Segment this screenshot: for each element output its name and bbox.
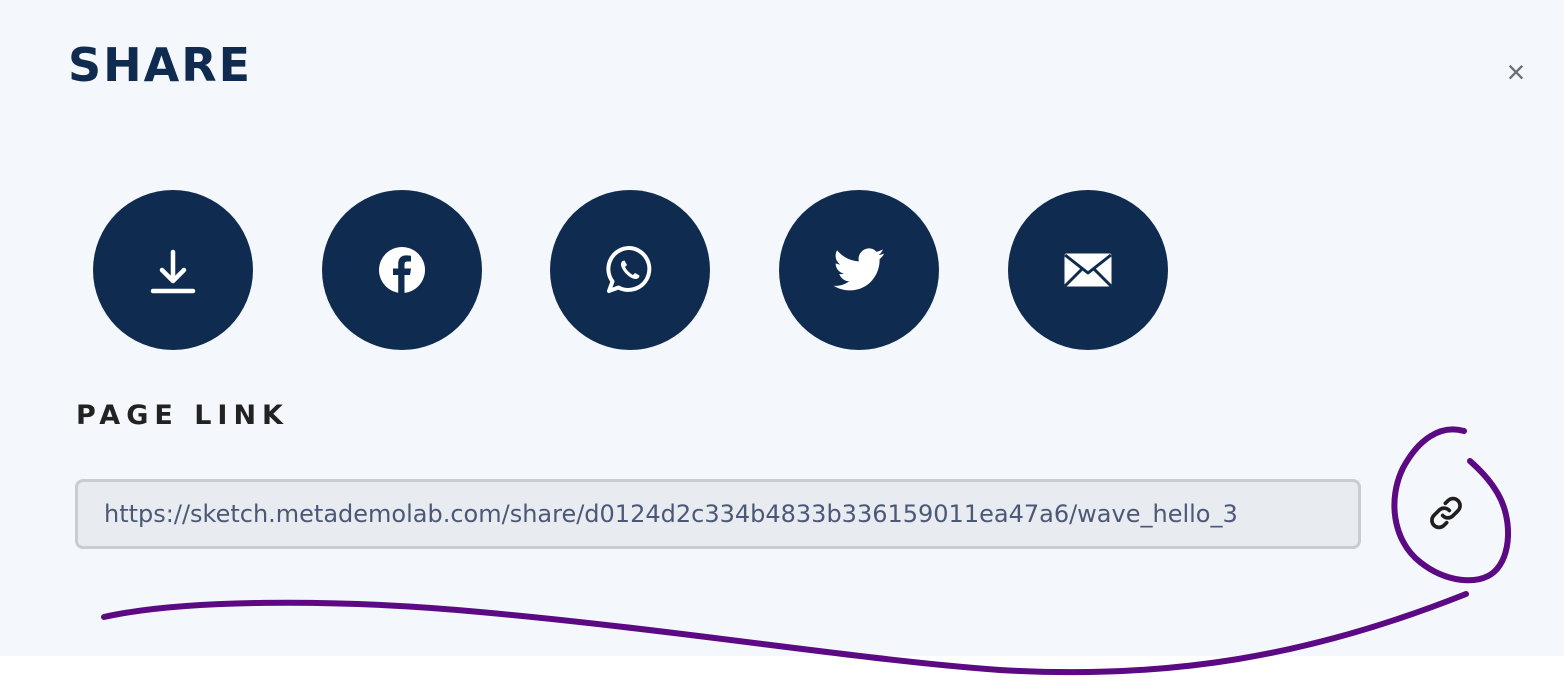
close-button[interactable]: ×: [1498, 54, 1534, 90]
email-button[interactable]: [1008, 190, 1168, 350]
share-dialog: SHARE × PAGE LINK https://sketch.metadem…: [0, 0, 1564, 656]
facebook-button[interactable]: [322, 190, 482, 350]
link-icon: [1430, 496, 1462, 530]
download-button[interactable]: [93, 190, 253, 350]
copy-link-button[interactable]: [1416, 488, 1476, 538]
dialog-title: SHARE: [68, 38, 253, 92]
email-icon: [1063, 253, 1113, 288]
whatsapp-button[interactable]: [550, 190, 710, 350]
page-link-label: PAGE LINK: [76, 400, 289, 431]
twitter-icon: [833, 248, 885, 291]
page-link-input[interactable]: [75, 479, 1361, 549]
facebook-icon: [379, 247, 425, 293]
download-icon: [150, 249, 196, 294]
whatsapp-icon: [606, 245, 652, 293]
twitter-button[interactable]: [779, 190, 939, 350]
